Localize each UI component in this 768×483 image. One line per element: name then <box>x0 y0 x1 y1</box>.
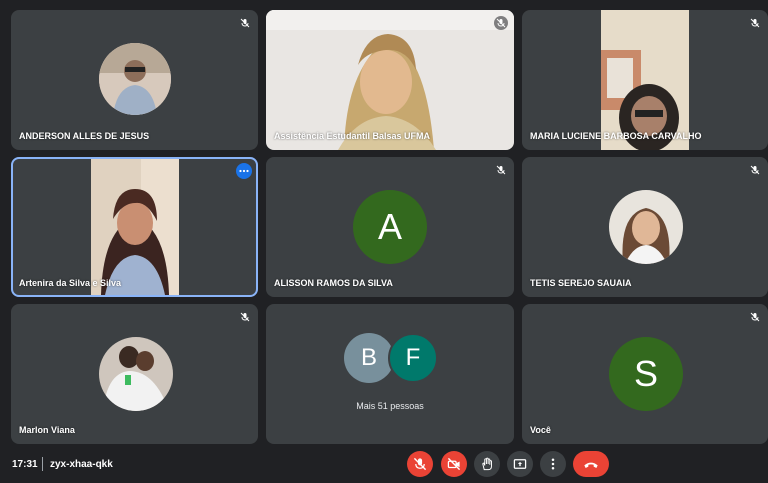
participant-name: MARIA LUCIENE BARBOSA CARVALHO <box>530 131 702 141</box>
participant-name: ALISSON RAMOS DA SILVA <box>274 278 393 288</box>
participant-name: Você <box>530 425 551 435</box>
bottom-bar: 17:31 zyx-xhaa-qkk <box>0 451 768 483</box>
leave-call-button[interactable] <box>573 451 609 477</box>
divider <box>42 457 43 471</box>
more-options-icon[interactable] <box>236 163 252 179</box>
participant-tile-alisson[interactable]: A ALISSON RAMOS DA SILVA <box>266 157 514 297</box>
avatar <box>99 43 171 115</box>
raise-hand-button[interactable] <box>474 451 500 477</box>
mic-off-icon <box>748 163 762 177</box>
mic-off-icon <box>238 16 252 30</box>
clock: 17:31 <box>12 459 38 470</box>
more-options-icon <box>551 458 555 470</box>
participant-name: Artenira da Silva e Silva <box>19 278 122 288</box>
participant-tile-anderson[interactable]: ANDERSON ALLES DE JESUS <box>11 10 258 150</box>
mic-off-icon <box>494 163 508 177</box>
camera-toggle-button[interactable] <box>441 451 467 477</box>
others-count-label: Mais 51 pessoas <box>356 401 424 411</box>
avatar: B <box>344 333 394 383</box>
participant-name: TETIS SEREJO SAUAIA <box>530 278 632 288</box>
participant-video <box>91 159 179 295</box>
mic-off-icon <box>238 310 252 324</box>
participant-tile-artenira[interactable]: Artenira da Silva e Silva <box>11 157 258 297</box>
mic-off-icon <box>413 457 427 471</box>
avatar: F <box>388 333 438 383</box>
participant-name: Assistência Estudantil Balsas UFMA <box>274 131 431 141</box>
participant-video <box>601 10 689 150</box>
mic-off-icon <box>748 310 762 324</box>
mic-toggle-button[interactable] <box>407 451 433 477</box>
avatar <box>609 190 683 264</box>
present-icon <box>513 459 527 469</box>
others-tile[interactable]: B F Mais 51 pessoas <box>266 304 514 444</box>
participant-name: ANDERSON ALLES DE JESUS <box>19 131 150 141</box>
participant-tile-assistencia[interactable]: Assistência Estudantil Balsas UFMA <box>266 10 514 150</box>
participant-tile-self[interactable]: S Você <box>522 304 768 444</box>
avatar: S <box>609 337 683 411</box>
mic-off-icon <box>748 16 762 30</box>
meeting-code: zyx-xhaa-qkk <box>50 459 113 470</box>
avatar: A <box>353 190 427 264</box>
avatar <box>99 337 173 411</box>
present-button[interactable] <box>507 451 533 477</box>
participant-name: Marlon Viana <box>19 425 75 435</box>
leave-call-icon <box>584 462 598 468</box>
more-options-button[interactable] <box>540 451 566 477</box>
participant-tile-marlon[interactable]: Marlon Viana <box>11 304 258 444</box>
participant-tile-tetis[interactable]: TETIS SEREJO SAUAIA <box>522 157 768 297</box>
participant-tile-maria[interactable]: MARIA LUCIENE BARBOSA CARVALHO <box>522 10 768 150</box>
hand-icon <box>482 457 492 471</box>
mic-off-icon <box>494 16 508 30</box>
participant-video <box>266 10 514 150</box>
camera-off-icon <box>447 457 461 471</box>
